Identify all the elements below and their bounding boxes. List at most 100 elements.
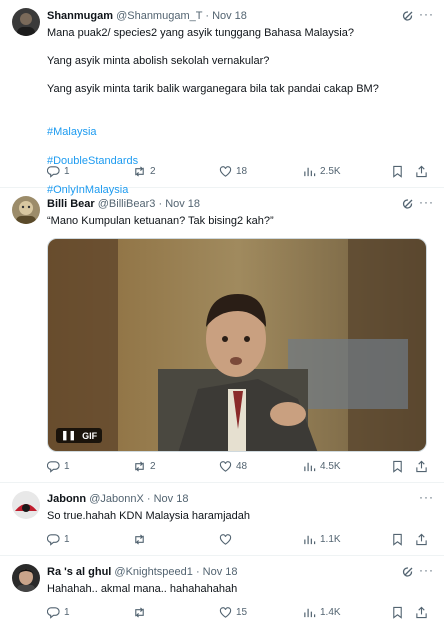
tweet-shanmugam[interactable]: Shanmugam @Shanmugam_T · Nov 18 ··· Mana… xyxy=(0,0,444,196)
gif-media[interactable]: ❚❚ GIF xyxy=(47,238,427,452)
separator-dot: · xyxy=(158,198,163,210)
like-count: 48 xyxy=(236,461,248,472)
tweet-date[interactable]: Nov 18 xyxy=(212,10,247,22)
tweet-text: Hahahah.. akmal mana.. hahahahahah xyxy=(47,583,238,595)
hashtag-link[interactable]: #Malaysia xyxy=(47,125,430,140)
more-options-icon[interactable]: ··· xyxy=(419,196,434,208)
like-count: 15 xyxy=(236,607,248,618)
repost-icon xyxy=(135,534,144,545)
author-name[interactable]: Billi Bear xyxy=(47,198,95,210)
tweet-header: Shanmugam @Shanmugam_T · Nov 18 xyxy=(47,9,404,23)
tweet-date[interactable]: Nov 18 xyxy=(203,566,238,578)
repost-button[interactable] xyxy=(133,533,146,546)
author-name[interactable]: Jabonn xyxy=(47,493,86,505)
analytics-icon xyxy=(304,462,316,472)
tweet-header: Jabonn @JabonnX · Nov 18 xyxy=(47,492,404,506)
repost-button[interactable]: 2 xyxy=(133,165,156,178)
repost-count: 2 xyxy=(150,166,156,177)
view-count: 4.5K xyxy=(320,461,341,472)
like-button[interactable] xyxy=(219,533,232,546)
tweet-jabonn[interactable]: Jabonn @JabonnX · Nov 18 ··· So true.hah… xyxy=(0,483,444,556)
reply-count: 1 xyxy=(64,166,70,177)
more-options-icon[interactable]: ··· xyxy=(419,564,434,576)
views-button[interactable]: 2.5K xyxy=(303,165,341,178)
reply-button[interactable]: 1 xyxy=(47,533,70,546)
tweet-date[interactable]: Nov 18 xyxy=(154,493,189,505)
action-bar: 1 15 1.4K xyxy=(47,606,430,620)
views-button[interactable]: 1.1K xyxy=(303,533,341,546)
analytics-icon xyxy=(304,608,316,618)
like-button[interactable]: 15 xyxy=(219,606,247,619)
reply-button[interactable]: 1 xyxy=(47,165,70,178)
author-handle[interactable]: @JabonnX xyxy=(89,493,144,505)
reply-count: 1 xyxy=(64,461,70,472)
reply-icon xyxy=(47,166,60,178)
pause-icon[interactable]: ❚❚ xyxy=(61,430,76,441)
view-count: 2.5K xyxy=(320,166,341,177)
tweet-header: Ra 's al ghul @Knightspeed1 · Nov 18 xyxy=(47,565,404,579)
repost-icon xyxy=(135,461,144,472)
avatar[interactable] xyxy=(12,8,40,36)
views-button[interactable]: 1.4K xyxy=(303,606,341,619)
bookmark-icon[interactable] xyxy=(391,460,404,473)
separator-dot: · xyxy=(205,10,209,22)
separator-dot: · xyxy=(195,566,200,578)
repost-icon xyxy=(135,166,144,177)
grok-icon[interactable] xyxy=(402,198,414,210)
repost-count: 2 xyxy=(150,461,156,472)
reply-icon xyxy=(47,534,60,546)
analytics-icon xyxy=(304,535,316,545)
avatar[interactable] xyxy=(12,564,40,592)
author-name[interactable]: Shanmugam xyxy=(47,10,113,22)
reply-button[interactable]: 1 xyxy=(47,460,70,473)
reply-button[interactable]: 1 xyxy=(47,606,70,619)
author-handle[interactable]: @Shanmugam_T xyxy=(116,10,202,22)
views-button[interactable]: 4.5K xyxy=(303,460,341,473)
action-bar: 1 2 48 4.5K xyxy=(47,460,430,474)
heart-icon xyxy=(219,166,232,177)
action-bar: 1 2 18 2.5K xyxy=(47,165,430,179)
tweet-billi-bear[interactable]: Billi Bear @BilliBear3 · Nov 18 ··· “Man… xyxy=(0,188,444,483)
like-button[interactable]: 48 xyxy=(219,460,247,473)
repost-icon xyxy=(135,607,144,618)
gif-badge[interactable]: ❚❚ GIF xyxy=(56,428,103,443)
share-icon[interactable] xyxy=(415,606,428,619)
bookmark-icon[interactable] xyxy=(391,533,404,546)
grok-icon[interactable] xyxy=(402,566,414,578)
reply-icon xyxy=(47,461,60,473)
reply-icon xyxy=(47,607,60,619)
tweet-date[interactable]: Nov 18 xyxy=(165,198,200,210)
avatar[interactable] xyxy=(12,196,40,224)
reply-count: 1 xyxy=(64,607,70,618)
share-icon[interactable] xyxy=(415,460,428,473)
tweet-text: So true.hahah KDN Malaysia haramjadah xyxy=(47,510,251,522)
like-button[interactable]: 18 xyxy=(219,165,247,178)
analytics-icon xyxy=(304,167,316,177)
author-name[interactable]: Ra 's al ghul xyxy=(47,566,111,578)
like-count: 18 xyxy=(236,166,248,177)
tweet-header: Billi Bear @BilliBear3 · Nov 18 xyxy=(47,197,404,211)
view-count: 1.4K xyxy=(320,607,341,618)
repost-button[interactable]: 2 xyxy=(133,460,156,473)
avatar[interactable] xyxy=(12,491,40,519)
author-handle[interactable]: @BilliBear3 xyxy=(98,198,156,210)
more-options-icon[interactable]: ··· xyxy=(419,8,434,20)
bookmark-icon[interactable] xyxy=(391,165,404,178)
gif-frame-image xyxy=(48,239,426,451)
gif-label: GIF xyxy=(82,430,98,441)
action-bar: 1 1.1K xyxy=(47,533,430,547)
heart-icon xyxy=(219,534,232,545)
view-count: 1.1K xyxy=(320,534,341,545)
author-handle[interactable]: @Knightspeed1 xyxy=(114,566,192,578)
repost-button[interactable] xyxy=(133,606,146,619)
reply-count: 1 xyxy=(64,534,70,545)
share-icon[interactable] xyxy=(415,165,428,178)
grok-icon[interactable] xyxy=(402,10,414,22)
tweet-ras-al-ghul[interactable]: Ra 's al ghul @Knightspeed1 · Nov 18 ···… xyxy=(0,556,444,632)
more-options-icon[interactable]: ··· xyxy=(419,491,434,503)
bookmark-icon[interactable] xyxy=(391,606,404,619)
heart-icon xyxy=(219,461,232,472)
separator-dot: · xyxy=(146,493,151,505)
tweet-text: “Mano Kumpulan ketuanan? Tak bising2 kah… xyxy=(47,215,274,227)
share-icon[interactable] xyxy=(415,533,428,546)
